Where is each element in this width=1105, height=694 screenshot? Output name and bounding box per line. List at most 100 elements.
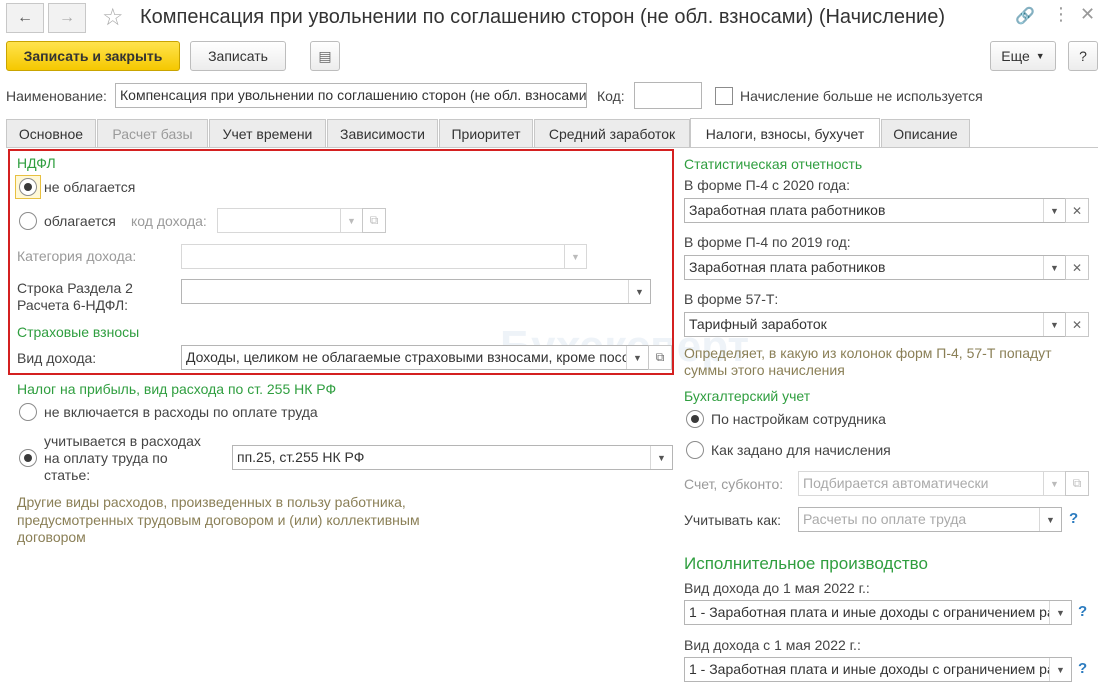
code-label: Код: [597,88,625,104]
income-code-field[interactable]: ▼ [217,208,363,233]
tab-average-earnings[interactable]: Средний заработок [534,119,690,147]
chevron-down-icon[interactable]: ▼ [1043,199,1065,222]
section2-label-line2: Расчета 6-НДФЛ: [17,297,129,313]
enforcement-before-label: Вид дохода до 1 мая 2022 г.: [684,580,870,596]
arrow-left-icon: ← [17,9,33,26]
link-icon[interactable]: 🔗 [1015,6,1035,26]
star-icon[interactable]: ☆ [102,3,124,32]
close-icon[interactable]: ✕ [1080,4,1095,25]
tab-description[interactable]: Описание [881,119,970,147]
profit-tax-not-included-label: не включается в расходы по оплате труда [44,404,318,420]
profit-tax-included-label2: на оплату труда по [44,450,168,466]
tab-base-calc[interactable]: Расчет базы [97,119,208,147]
ndfl-taxed-label: облагается [44,213,116,229]
ndfl-taxed-radio[interactable] [19,212,37,230]
profit-tax-included-radio[interactable] [19,449,37,467]
profit-tax-included-label1: учитывается в расходах [44,433,201,449]
chevron-down-icon[interactable]: ▼ [1049,658,1071,681]
chevron-down-icon[interactable]: ▼ [1043,256,1065,279]
tab-time[interactable]: Учет времени [209,119,326,147]
radio-dot [24,183,32,191]
f57t-field[interactable]: Тарифный заработок ▼ [684,312,1066,337]
more-vertical-icon[interactable]: ⋮ [1052,4,1070,25]
profit-tax-section-title: Налог на прибыль, вид расхода по ст. 255… [17,381,337,397]
open-icon[interactable]: ⧉ [648,345,672,370]
more-label: Еще [1001,48,1030,64]
window-title: Компенсация при увольнении по соглашению… [140,6,945,28]
consider-field[interactable]: Расчеты по оплате труда ▼ [798,507,1062,532]
p4-2019-field[interactable]: Заработная плата работников ▼ [684,255,1066,280]
accounting-employee-label: По настройкам сотрудника [711,411,886,427]
profit-tax-not-included-radio[interactable] [19,403,37,421]
tabs-divider [6,147,1098,148]
clear-icon[interactable]: ✕ [1065,198,1089,223]
clear-icon[interactable]: ✕ [1065,312,1089,337]
help-icon[interactable]: ? [1078,603,1087,620]
profit-tax-included-label3: статье: [44,467,91,483]
consider-value: Расчеты по оплате труда [803,511,967,527]
income-category-label: Категория дохода: [17,248,137,264]
not-used-label: Начисление больше не используется [740,88,983,104]
p4-2020-field[interactable]: Заработная плата работников ▼ [684,198,1066,223]
chevron-down-icon[interactable]: ▼ [1049,601,1071,624]
chevron-down-icon[interactable]: ▼ [1043,313,1065,336]
forward-button[interactable]: → [48,3,86,33]
chevron-down-icon[interactable]: ▼ [340,209,362,232]
accounting-accrual-label: Как задано для начисления [711,442,891,458]
chevron-down-icon[interactable]: ▼ [650,446,672,469]
help-button[interactable]: ? [1068,41,1098,71]
tab-main[interactable]: Основное [6,119,96,147]
tab-dependencies[interactable]: Зависимости [327,119,438,147]
enforcement-after-field[interactable]: 1 - Заработная плата и иные доходы с огр… [684,657,1072,682]
enforcement-before-field[interactable]: 1 - Заработная плата и иные доходы с огр… [684,600,1072,625]
save-close-button[interactable]: Записать и закрыть [6,41,180,71]
chevron-down-icon[interactable]: ▼ [1043,472,1065,495]
clear-icon[interactable]: ✕ [1065,255,1089,280]
ndfl-not-taxed-radio[interactable] [19,178,37,196]
document-list-icon: ▤ [318,47,332,64]
enforcement-section-title: Исполнительное производство [684,554,928,573]
account-field[interactable]: Подбирается автоматически ▼ [798,471,1066,496]
insurance-income-type-value: Доходы, целиком не облагаемые страховыми… [186,349,649,365]
open-icon[interactable]: ⧉ [1065,471,1089,496]
ndfl-section-title: НДФЛ [17,155,56,171]
back-button[interactable]: ← [6,3,44,33]
tab-priority[interactable]: Приоритет [439,119,533,147]
f57t-label: В форме 57-Т: [684,291,779,307]
name-label: Наименование: [6,88,107,104]
name-field[interactable]: Компенсация при увольнении по соглашению… [115,83,587,108]
p4-2020-label: В форме П-4 с 2020 года: [684,177,851,193]
income-code-label: код дохода: [131,213,207,229]
save-button[interactable]: Записать [190,41,286,71]
report-button[interactable]: ▤ [310,41,340,71]
stats-hint-line2: суммы этого начисления [684,362,845,378]
chevron-down-icon[interactable]: ▼ [628,280,650,303]
section2-field[interactable]: ▼ [181,279,651,304]
insurance-section-title: Страховые взносы [17,324,140,340]
insurance-income-type-field[interactable]: Доходы, целиком не облагаемые страховыми… [181,345,649,370]
help-icon[interactable]: ? [1069,510,1078,527]
profit-tax-note-line2: предусмотренных трудовым договором и (ил… [17,512,420,528]
open-icon[interactable]: ⧉ [362,208,386,233]
income-category-field[interactable]: ▼ [181,244,587,269]
accounting-employee-radio[interactable] [686,410,704,428]
chevron-down-icon[interactable]: ▼ [626,346,648,369]
p4-2020-value: Заработная плата работников [689,202,886,218]
article-field[interactable]: пп.25, ст.255 НК РФ ▼ [232,445,673,470]
stats-hint-line1: Определяет, в какую из колонок форм П-4,… [684,345,1052,361]
not-used-checkbox[interactable] [715,87,733,105]
code-field[interactable] [634,82,702,109]
p4-2019-value: Заработная плата работников [689,259,886,275]
accounting-section-title: Бухгалтерский учет [684,388,811,404]
chevron-down-icon[interactable]: ▼ [1039,508,1061,531]
tab-taxes[interactable]: Налоги, взносы, бухучет [690,118,880,148]
account-value: Подбирается автоматически [803,475,989,491]
ndfl-not-taxed-label: не облагается [44,179,136,195]
accounting-accrual-radio[interactable] [686,441,704,459]
consider-label: Учитывать как: [684,512,782,528]
help-icon[interactable]: ? [1078,660,1087,677]
radio-dot [24,454,32,462]
more-button[interactable]: Еще ▼ [990,41,1056,71]
enforcement-after-value: 1 - Заработная плата и иные доходы с огр… [689,661,1071,677]
chevron-down-icon[interactable]: ▼ [564,245,586,268]
